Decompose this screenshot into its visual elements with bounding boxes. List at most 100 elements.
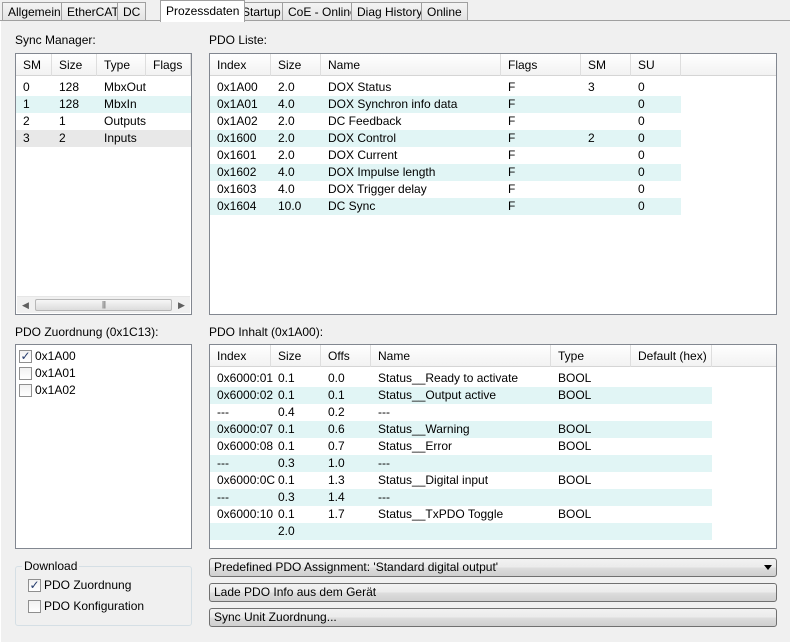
col-default[interactable]: Default (hex) (631, 345, 712, 367)
table-row[interactable]: 0x1600 2.0 DOX Control F 2 0 (210, 130, 681, 147)
col-name[interactable]: Name (371, 345, 551, 367)
download-group-title: Download (22, 559, 80, 573)
download-pdo-assignment-option[interactable]: ✓ PDO Zuordnung (28, 577, 131, 594)
cell-size: 4.0 (278, 97, 295, 111)
scroll-right-icon[interactable]: ▶ (173, 297, 190, 313)
checkbox-unchecked-icon[interactable] (19, 384, 32, 398)
checkbox-checked-icon[interactable]: ✓ (19, 350, 32, 364)
col-size[interactable]: Size (271, 345, 321, 367)
table-row[interactable]: 0x1601 2.0 DOX Current F 0 (210, 147, 681, 164)
col-sm[interactable]: SM (16, 54, 52, 76)
cell-flags: F (508, 80, 516, 94)
col-size[interactable]: Size (52, 54, 97, 76)
pdo-list[interactable]: Index Size Name Flags SM SU 0x1A00 2.0 DOX… (209, 53, 777, 315)
cell-name (371, 523, 378, 540)
table-row[interactable]: 2.0 (210, 523, 712, 540)
sync-manager-list[interactable]: SM Size Type Flags 0 128 MbxOut 1 128 Mb… (15, 53, 192, 315)
chevron-down-icon (764, 565, 772, 570)
table-row[interactable]: --- 0.3 1.4 --- (210, 489, 712, 506)
table-row[interactable]: 1 128 MbxIn (16, 96, 191, 113)
tab-prozessdaten[interactable]: Prozessdaten (160, 0, 246, 22)
cell-name: Status__Warning (378, 422, 470, 436)
cell-su: 0 (638, 165, 645, 179)
col-index[interactable]: Index (210, 345, 271, 367)
cell-size: 0.4 (278, 405, 295, 419)
checkbox-unchecked-icon[interactable] (28, 600, 41, 614)
table-row[interactable]: 0x6000:01 0.1 0.0 Status__Ready to activate… (210, 370, 712, 387)
col-name[interactable]: Name (321, 54, 501, 76)
download-pdo-configuration-option[interactable]: PDO Konfiguration (28, 598, 144, 615)
table-row[interactable]: 3 2 Inputs (16, 130, 191, 147)
col-type[interactable]: Type (551, 345, 631, 367)
pdo-assignment-item-0x1a02[interactable]: 0x1A02 (19, 382, 76, 399)
pdo-assignment-item-0x1a00[interactable]: ✓ 0x1A00 (19, 348, 76, 365)
col-sm[interactable]: SM (581, 54, 631, 76)
cell-type: Inputs (104, 131, 137, 145)
cell-su: 0 (638, 131, 645, 145)
table-row[interactable]: --- 0.3 1.0 --- (210, 455, 712, 472)
cell-index: 0x1602 (217, 165, 257, 179)
cell-index: 0x1A01 (217, 97, 258, 111)
cell-index: 0x1603 (217, 182, 257, 196)
checkbox-unchecked-icon[interactable] (19, 367, 32, 381)
cell-index: 0x6000:02 (217, 388, 274, 402)
table-row[interactable]: --- 0.4 0.2 --- (210, 404, 712, 421)
horizontal-scrollbar[interactable]: ◀ ||| ▶ (17, 296, 190, 313)
cell-offs: 0.6 (328, 422, 345, 436)
tab-dc[interactable]: DC (117, 2, 147, 21)
table-row[interactable]: 0x6000:08 0.1 0.7 Status__Error BOOL (210, 438, 712, 455)
table-row[interactable]: 0x6000:0C 0.1 1.3 Status__Digital input BOOL (210, 472, 712, 489)
cell-name: DOX Trigger delay (328, 182, 427, 196)
load-pdo-info-button[interactable]: Lade PDO Info aus dem Gerät (209, 583, 777, 602)
table-row[interactable]: 0x1A02 2.0 DC Feedback F 0 (210, 113, 681, 130)
table-row[interactable]: 0x1A00 2.0 DOX Status F 3 0 (210, 79, 681, 96)
col-size[interactable]: Size (271, 54, 321, 76)
tab-diag-history[interactable]: Diag History (351, 2, 429, 21)
cell-name: Status__TxPDO Toggle (378, 507, 504, 521)
download-option-label: PDO Konfiguration (44, 599, 145, 614)
col-su[interactable]: SU (631, 54, 681, 76)
scroll-thumb[interactable]: ||| (35, 299, 172, 311)
pdo-assignment-item-label: 0x1A00 (35, 349, 76, 364)
pdo-assignment-list[interactable]: ✓ 0x1A00 0x1A01 0x1A02 (15, 344, 192, 549)
cell-offs: 0.1 (328, 388, 345, 402)
col-type[interactable]: Type (97, 54, 146, 76)
table-row[interactable]: 0x1604 10.0 DC Sync F 0 (210, 198, 681, 215)
cell-name: DOX Control (328, 131, 397, 145)
cell-name: DOX Current (328, 148, 398, 162)
table-row[interactable]: 0x1603 4.0 DOX Trigger delay F 0 (210, 181, 681, 198)
sync-unit-assignment-button[interactable]: Sync Unit Zuordnung... (209, 608, 777, 627)
cell-index: 0x6000:0C (217, 473, 276, 487)
table-row[interactable]: 0x6000:02 0.1 0.1 Status__Output active BOOL (210, 387, 712, 404)
scroll-left-icon[interactable]: ◀ (17, 297, 34, 313)
table-row[interactable]: 0 128 MbxOut (16, 79, 191, 96)
table-row[interactable]: 0x6000:07 0.1 0.6 Status__Warning BOOL (210, 421, 712, 438)
cell-flags: F (508, 182, 516, 196)
pdo-assignment-item-0x1a01[interactable]: 0x1A01 (19, 365, 76, 382)
cell-flags: F (508, 165, 516, 179)
sync-manager-header: SM Size Type Flags (16, 54, 191, 76)
checkbox-checked-icon[interactable]: ✓ (28, 579, 41, 593)
cell-default (631, 387, 638, 404)
col-offs[interactable]: Offs (321, 345, 371, 367)
table-row[interactable]: 2 1 Outputs (16, 113, 191, 130)
cell-default (631, 472, 638, 489)
tab-ethercat[interactable]: EtherCAT (61, 2, 125, 21)
pdo-content-list[interactable]: Index Size Offs Name Type Default (hex) … (209, 344, 777, 549)
table-row[interactable]: 0x1602 4.0 DOX Impulse length F 0 (210, 164, 681, 181)
process-data-panel: Sync Manager: SM Size Type Flags 0 128 M… (0, 21, 790, 642)
tab-online[interactable]: Online (421, 2, 468, 21)
cell-name: DC Sync (328, 199, 376, 213)
col-flags[interactable]: Flags (146, 54, 191, 76)
predefined-pdo-assignment-dropdown[interactable]: Predefined PDO Assignment: 'Standard dig… (209, 558, 777, 577)
cell-index: 0x6000:08 (217, 439, 274, 453)
cell-name: DOX Synchron info data (328, 97, 458, 111)
tab-allgemein[interactable]: Allgemein (2, 2, 67, 21)
table-row[interactable]: 0x6000:10 0.1 1.7 Status__TxPDO Toggle BOOL (210, 506, 712, 523)
table-row[interactable]: 0x1A01 4.0 DOX Synchron info data F 0 (210, 96, 681, 113)
cell-type: BOOL (558, 507, 592, 521)
cell-index (210, 523, 217, 540)
col-index[interactable]: Index (210, 54, 271, 76)
pdo-assignment-item-label: 0x1A01 (35, 366, 76, 381)
col-flags[interactable]: Flags (501, 54, 581, 76)
